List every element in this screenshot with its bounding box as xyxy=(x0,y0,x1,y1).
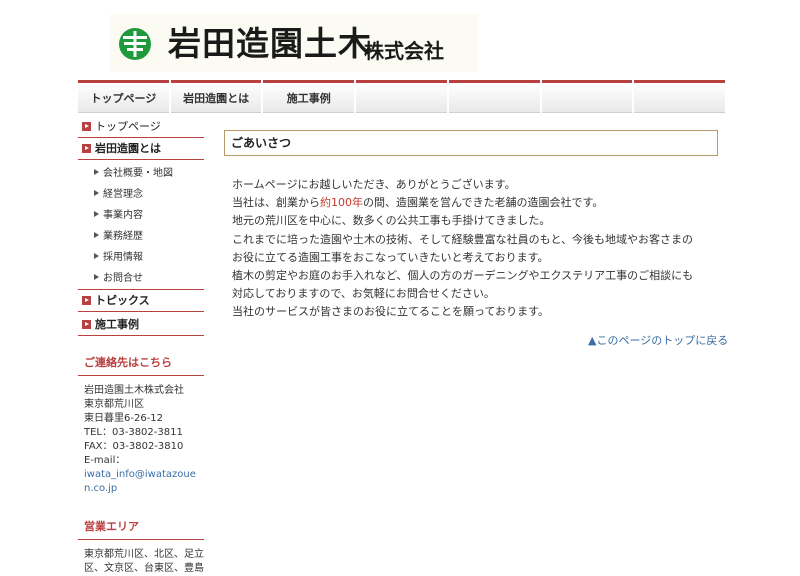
sidebar-link-label: トピックス xyxy=(95,294,150,307)
sidebar-link-topics[interactable]: トピックス xyxy=(78,289,204,312)
arrow-square-icon xyxy=(82,296,91,305)
greeting-line: 地元の荒川区を中心に、数多くの公共工事も手掛けてきました。 xyxy=(232,214,551,228)
sidebar-link-label: 岩田造園とは xyxy=(95,142,161,155)
greeting-line: 植木の剪定やお庭のお手入れなど、個人の方のガーデニングやエクステリア工事のご相談… xyxy=(232,269,694,283)
contact-email-label: E-mail： xyxy=(84,455,126,466)
greeting-highlight: 約100年 xyxy=(320,196,363,210)
sidebar-sub-business[interactable]: 事業内容 xyxy=(78,205,204,226)
contact-email-link[interactable]: iwata_info@iwatazouen.co.jp xyxy=(84,469,196,494)
contact-heading: ご連絡先はこちら xyxy=(78,354,204,376)
greeting-fragment: の間、造園業を営んできた老舗の造園会社です。 xyxy=(363,196,604,210)
area-text: 東京都荒川区、北区、足立区、文京区、台東区、豊島 xyxy=(84,549,204,574)
contact-info: 岩田造園土木株式会社 東京都荒川区 東日暮里6-26-12 TEL：03-380… xyxy=(78,376,204,496)
nav-tab-about[interactable]: 岩田造園とは xyxy=(170,80,262,113)
sidebar-link-label: 施工事例 xyxy=(95,318,139,331)
contact-line: 東京都荒川区 xyxy=(84,399,144,410)
triangle-right-icon xyxy=(94,211,99,217)
sidebar-sub-recruit[interactable]: 採用情報 xyxy=(78,247,204,268)
nav-tab-empty-4[interactable] xyxy=(356,80,447,113)
contact-tel: TEL：03-3802-3811 xyxy=(84,427,183,438)
company-crest-icon xyxy=(119,28,151,60)
sidebar-link-about[interactable]: 岩田造園とは xyxy=(78,138,204,160)
sidebar-sub-history[interactable]: 業務経歴 xyxy=(78,226,204,247)
company-name: 岩田造園土木 xyxy=(168,24,372,63)
sidebar-link-works[interactable]: 施工事例 xyxy=(78,314,204,336)
nav-tab-works[interactable]: 施工事例 xyxy=(263,80,355,113)
triangle-right-icon xyxy=(94,274,99,280)
greeting-line: ホームページにお越しいただき、ありがとうございます。 xyxy=(232,178,516,191)
arrow-square-icon xyxy=(82,320,91,329)
nav-tab-empty-6[interactable] xyxy=(541,80,633,113)
arrow-square-icon xyxy=(82,144,91,153)
greeting-line: これまでに培った造園や土木の技術、そして経験豊富な社員のもと、今後も地域やお客さ… xyxy=(232,232,694,246)
company-suffix: 株式会社 xyxy=(364,39,444,63)
triangle-right-icon xyxy=(94,190,99,196)
nav-tab-top[interactable]: トップページ xyxy=(78,80,169,113)
contact-line: 東日暮里6-26-12 xyxy=(84,413,164,424)
area-heading: 営業エリア xyxy=(78,518,204,540)
sidebar-sub-philosophy[interactable]: 経営理念 xyxy=(78,184,204,205)
global-nav: トップページ 岩田造園とは 施工事例 xyxy=(78,80,726,113)
sidebar-sub-label: 業務経歴 xyxy=(103,231,143,242)
greeting-line: お役に立てる造園工事をおこなっていきたいと考えております。 xyxy=(232,250,549,264)
arrow-square-icon xyxy=(82,122,91,131)
greeting-line: 対応しておりますので、お気軽にお問合せください。 xyxy=(232,287,495,301)
contact-line: 岩田造園土木株式会社 xyxy=(84,385,184,396)
sidebar-sub-label: 採用情報 xyxy=(103,252,143,263)
triangle-right-icon xyxy=(94,253,99,259)
site-logo[interactable]: 岩田造園土木 株式会社 xyxy=(110,14,478,72)
greeting-fragment: 当社は、創業から xyxy=(232,196,320,210)
greeting-text: ホームページにお越しいただき、ありがとうございます。 当社は、創業から約100年… xyxy=(232,176,702,322)
back-to-top-link[interactable]: ▲このページのトップに戻る xyxy=(588,332,728,348)
greeting-line: 当社は、創業から約100年の間、造園業を営んできた老舗の造園会社です。 xyxy=(232,194,702,212)
sidebar-sub-label: 経営理念 xyxy=(103,189,143,200)
sidebar-link-label: トップページ xyxy=(95,120,161,133)
triangle-right-icon xyxy=(94,232,99,238)
nav-tab-empty-5[interactable] xyxy=(448,80,540,113)
contact-fax: FAX：03-3802-3810 xyxy=(84,441,184,452)
greeting-line: 当社のサービスが皆さまのお役に立てることを願っております。 xyxy=(232,305,550,319)
triangle-right-icon xyxy=(94,169,99,175)
sidebar-sub-company[interactable]: 会社概要・地図 xyxy=(78,163,204,184)
sidebar: トップページ 岩田造園とは 会社概要・地図 経営理念 事業内容 業務経歴 採用情… xyxy=(78,116,204,576)
sidebar-sub-label: 事業内容 xyxy=(103,210,143,221)
sidebar-sub-contact[interactable]: お問合せ xyxy=(78,268,204,289)
sidebar-sub-label: 会社概要・地図 xyxy=(103,168,173,179)
nav-tab-empty-7[interactable] xyxy=(634,80,726,113)
page-title: ごあいさつ xyxy=(224,130,718,156)
sidebar-link-top[interactable]: トップページ xyxy=(78,116,204,138)
sidebar-sub-label: お問合せ xyxy=(103,273,143,284)
